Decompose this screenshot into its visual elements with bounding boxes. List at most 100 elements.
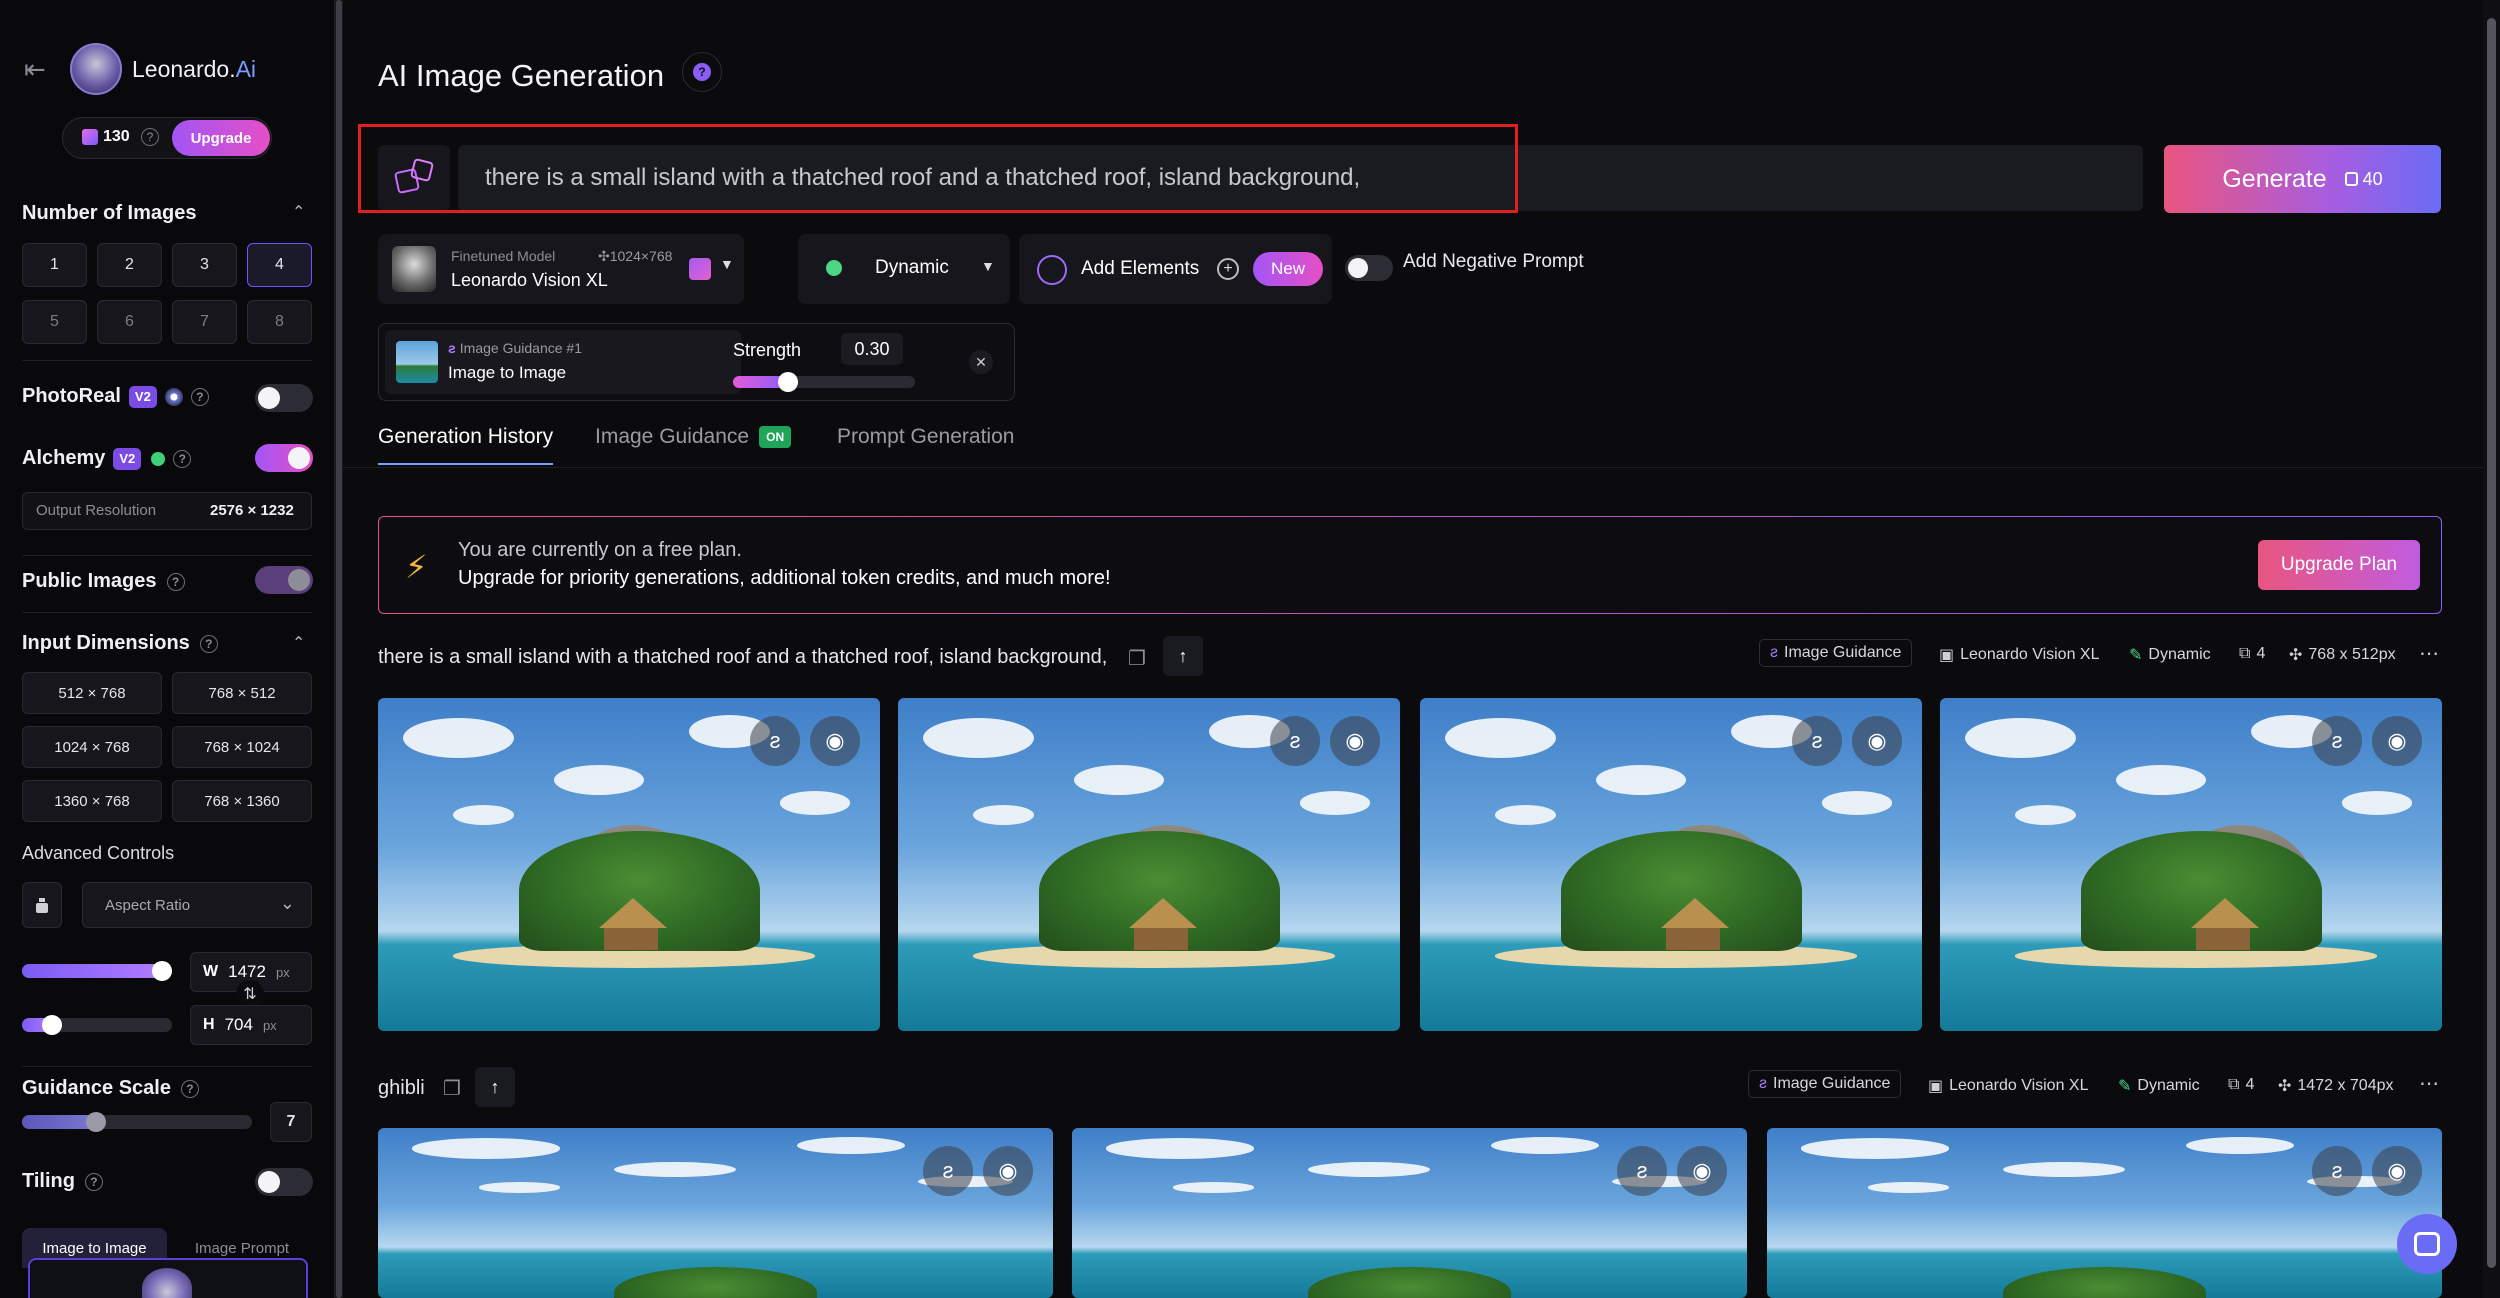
alchemy-help-icon[interactable]: ? (173, 449, 192, 468)
question-icon[interactable]: ? (682, 52, 722, 92)
negative-prompt-toggle[interactable] (1345, 255, 1393, 281)
guidance-scale-help-icon[interactable]: ? (180, 1079, 199, 1098)
toggle-knob (288, 447, 310, 469)
remove-guidance-button[interactable]: ✕ (969, 350, 993, 374)
input-dimension-option[interactable]: 1360 × 768 (22, 780, 162, 822)
alchemy-label: Alchemy V2 ? (22, 447, 192, 470)
tab-generation-history[interactable]: Generation History (378, 425, 554, 465)
number-of-images-option[interactable]: 2 (97, 243, 162, 287)
upgrade-plan-button[interactable]: Upgrade Plan (2258, 540, 2420, 590)
eye-icon[interactable]: ◉ (2372, 1146, 2422, 1196)
strength-value[interactable]: 0.30 (841, 333, 903, 365)
input-dimension-option[interactable]: 768 × 1360 (172, 780, 312, 822)
page-scrollbar[interactable] (2483, 0, 2500, 1298)
generate-button[interactable]: Generate 40 (2164, 145, 2441, 213)
generated-image[interactable]: ƨ ◉ (1767, 1128, 2442, 1298)
strength-slider[interactable] (733, 372, 915, 392)
eye-icon[interactable]: ◉ (2372, 716, 2422, 766)
cloud (1490, 1136, 1599, 1154)
public-images-help-icon[interactable]: ? (166, 572, 185, 591)
aspect-ratio-select[interactable]: Aspect Ratio ⌄ (82, 882, 312, 928)
generated-image[interactable]: ƨ ◉ (1072, 1128, 1747, 1298)
input-dimension-option[interactable]: 512 × 768 (22, 672, 162, 714)
number-of-images-option[interactable]: 1 (22, 243, 87, 287)
page-scroll-thumb[interactable] (2487, 18, 2496, 1268)
generated-image[interactable]: ƨ ◉ (1940, 698, 2442, 1031)
sidebar-scrollbar[interactable] (335, 0, 343, 1298)
eye-icon[interactable]: ◉ (983, 1146, 1033, 1196)
chevron-up-icon[interactable]: ⌃ (292, 202, 305, 222)
number-of-images-option[interactable]: 5 (22, 300, 87, 344)
sidebar-scroll-thumb[interactable] (336, 0, 342, 1298)
style-selector[interactable]: Dynamic ▼ (798, 234, 1010, 304)
number-of-images-option[interactable]: 8 (247, 300, 312, 344)
image-guidance-icon: ƨ (1770, 644, 1778, 661)
tab-image-guidance[interactable]: Image Guidance ON (595, 425, 792, 449)
generated-image[interactable]: ƨ ◉ (378, 1128, 1053, 1298)
chevron-down-icon: ⌄ (279, 893, 295, 913)
brand-name[interactable]: Leonardo.Ai (132, 56, 256, 83)
height-slider-knob[interactable] (42, 1015, 62, 1035)
input-dimension-option[interactable]: 1024 × 768 (22, 726, 162, 768)
height-input[interactable]: H 704 px (190, 1005, 312, 1045)
input-dimension-option[interactable]: 768 × 1024 (172, 726, 312, 768)
reuse-prompt-button[interactable]: ↑ (475, 1067, 515, 1107)
upgrade-button[interactable]: Upgrade (172, 120, 270, 156)
caret-down-icon[interactable]: ▼ (720, 256, 734, 272)
tab-prompt-generation[interactable]: Prompt Generation (837, 425, 1014, 449)
use-as-guidance-icon[interactable]: ƨ (923, 1146, 973, 1196)
width-slider-knob[interactable] (151, 961, 172, 981)
aspect-lock-button[interactable] (22, 882, 62, 928)
use-as-guidance-icon[interactable]: ƨ (1617, 1146, 1667, 1196)
tiling-toggle[interactable] (255, 1168, 313, 1196)
more-options-icon[interactable]: ⋯ (2419, 641, 2439, 666)
caret-down-icon[interactable]: ▼ (981, 258, 995, 274)
more-options-icon[interactable]: ⋯ (2419, 1071, 2439, 1096)
model-preset-icon[interactable] (689, 258, 711, 280)
use-as-guidance-icon[interactable]: ƨ (2312, 716, 2362, 766)
swap-dimensions-icon[interactable]: ⇅ (236, 980, 264, 1008)
number-of-images-option[interactable]: 6 (97, 300, 162, 344)
eye-icon[interactable]: ◉ (1677, 1146, 1727, 1196)
input-dimensions-help-icon[interactable]: ? (199, 634, 218, 653)
reuse-prompt-button[interactable]: ↑ (1163, 636, 1203, 676)
eye-icon[interactable]: ◉ (1330, 716, 1380, 766)
potion-icon (826, 260, 842, 276)
use-as-guidance-icon[interactable]: ƨ (2312, 1146, 2362, 1196)
alchemy-toggle[interactable] (255, 444, 313, 472)
number-of-images-option[interactable]: 7 (172, 300, 237, 344)
generated-image[interactable]: ƨ ◉ (898, 698, 1400, 1031)
use-as-guidance-icon[interactable]: ƨ (750, 716, 800, 766)
public-images-toggle[interactable] (255, 566, 313, 594)
photoreal-toggle[interactable] (255, 384, 313, 412)
copy-prompt-icon[interactable]: ❐ (1128, 646, 1154, 672)
strength-slider-knob[interactable] (777, 372, 798, 392)
guidance-scale-knob[interactable] (85, 1112, 106, 1132)
aspect-ratio-text: Aspect Ratio (105, 896, 191, 914)
width-slider[interactable] (22, 961, 172, 981)
guidance-scale-value[interactable]: 7 (270, 1102, 312, 1142)
number-of-images-option[interactable]: 3 (172, 243, 237, 287)
generated-image[interactable]: ƨ ◉ (378, 698, 880, 1031)
chevron-up-icon[interactable]: ⌃ (292, 633, 305, 653)
tab-image-to-image-label: Image to Image (42, 1239, 147, 1257)
height-slider[interactable] (22, 1015, 172, 1035)
eye-icon[interactable]: ◉ (1852, 716, 1902, 766)
use-as-guidance-icon[interactable]: ƨ (1792, 716, 1842, 766)
eye-icon[interactable]: ◉ (810, 716, 860, 766)
chat-support-button[interactable] (2397, 1214, 2457, 1274)
use-as-guidance-icon[interactable]: ƨ (1270, 716, 1320, 766)
add-elements-button[interactable]: Add Elements + New (1019, 234, 1332, 304)
token-help-icon[interactable]: ? (141, 128, 159, 146)
model-selector[interactable]: Finetuned Model ✣1024×768 Leonardo Visio… (378, 234, 744, 304)
generated-image[interactable]: ƨ ◉ (1420, 698, 1922, 1031)
collapse-sidebar-icon[interactable]: ⇤ (24, 56, 54, 82)
photoreal-help-icon[interactable]: ? (190, 387, 209, 406)
tiling-help-icon[interactable]: ? (84, 1172, 103, 1191)
input-dimension-option[interactable]: 768 × 512 (172, 672, 312, 714)
number-of-images-option[interactable]: 4 (247, 243, 312, 287)
guidance-scale-slider[interactable] (22, 1112, 252, 1132)
guidance-caption-text: Image Guidance #1 (459, 340, 582, 356)
model-icon: ▣ (1939, 647, 1955, 664)
copy-prompt-icon[interactable]: ❐ (443, 1076, 469, 1102)
